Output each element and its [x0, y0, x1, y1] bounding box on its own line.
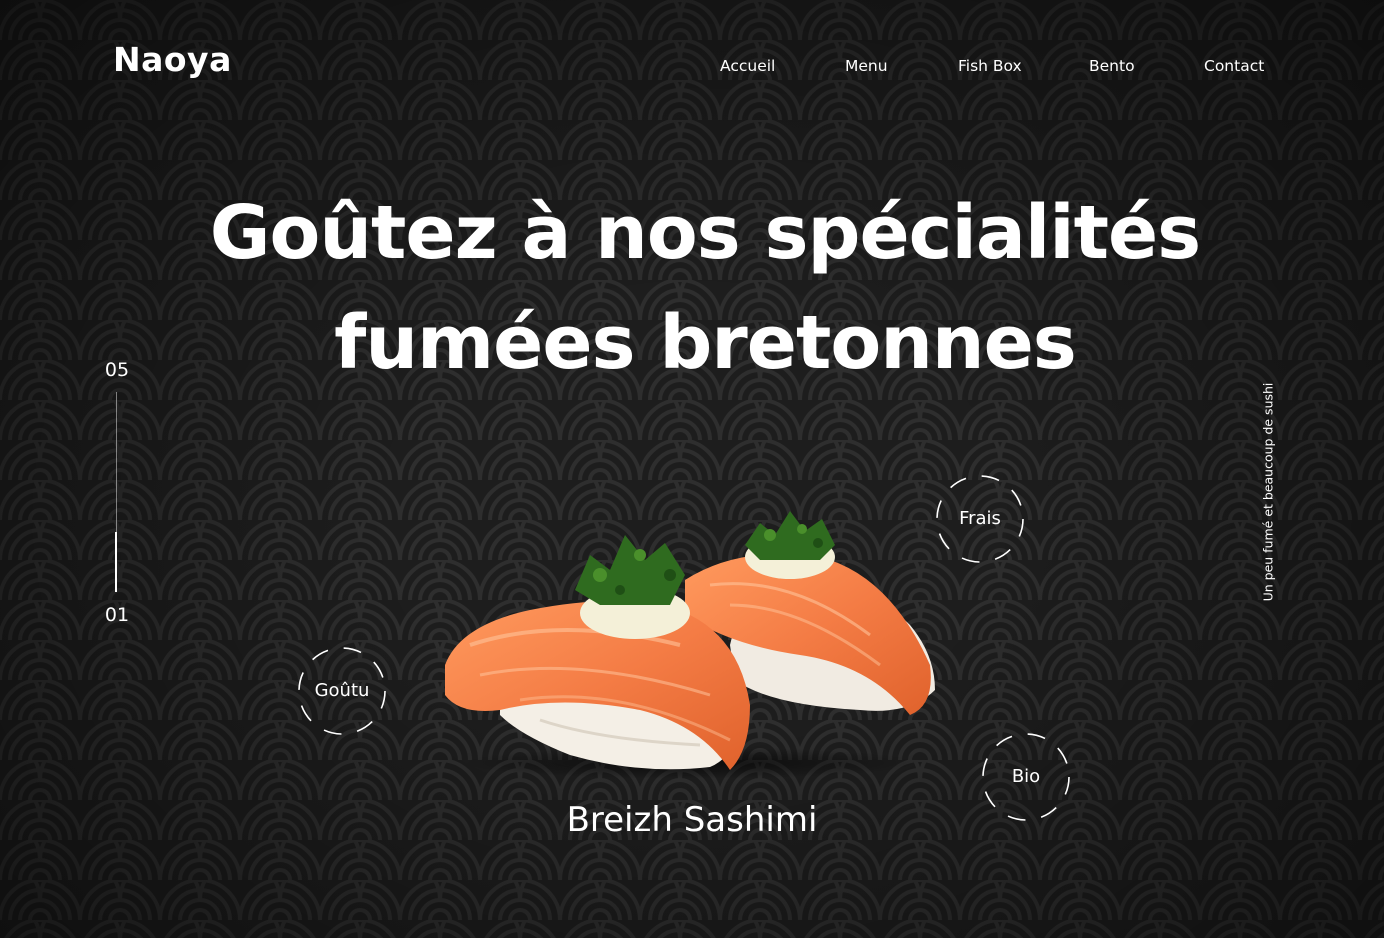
slider-total: 05 — [104, 359, 130, 381]
badge-bio-label: Bio — [1011, 766, 1041, 787]
badge-goutu-label: Goûtu — [314, 680, 370, 701]
hero-headline: Goûtez à nos spécialités fumées bretonne… — [0, 178, 1384, 398]
nav-link-bento[interactable]: Bento — [1089, 57, 1135, 75]
badge-bio: Bio — [980, 731, 1072, 823]
nav-link-accueil[interactable]: Accueil — [720, 57, 775, 75]
main-navigation: Accueil Menu Fish Box Bento Contact — [0, 57, 1384, 79]
background-vignette — [0, 0, 1384, 938]
slider-current: 01 — [104, 604, 130, 626]
side-tagline: Un peu fumé et beaucoup de sushi — [1260, 382, 1276, 602]
badge-goutu: Goûtu — [296, 645, 388, 737]
product-name: Breizh Sashimi — [566, 800, 818, 840]
nav-link-menu[interactable]: Menu — [845, 57, 888, 75]
badge-frais: Frais — [934, 473, 1026, 565]
nav-link-contact[interactable]: Contact — [1204, 57, 1264, 75]
badge-frais-label: Frais — [959, 508, 1001, 529]
salmon-nigiri-image — [445, 511, 935, 779]
nav-link-fish-box[interactable]: Fish Box — [958, 57, 1022, 75]
hero-headline-line1: Goûtez à nos spécialités — [209, 190, 1201, 276]
slider-progress — [115, 532, 117, 592]
hero-headline-line2: fumées bretonnes — [334, 300, 1077, 386]
